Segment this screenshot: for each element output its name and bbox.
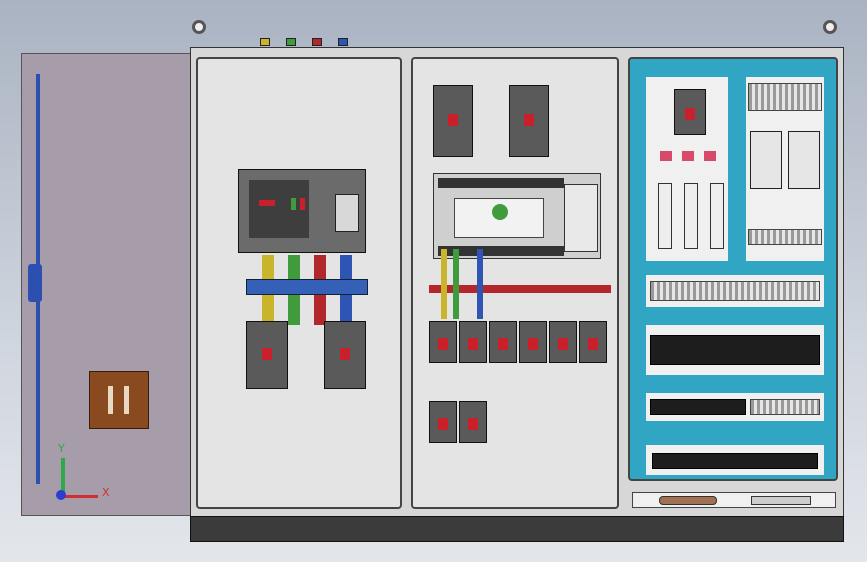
terminal-row-a	[650, 281, 820, 301]
terminal-row-top	[748, 83, 822, 111]
mcb-7[interactable]	[429, 401, 457, 443]
breaker-left[interactable]	[246, 321, 288, 389]
plc-controller[interactable]	[433, 173, 601, 259]
terminal-row-mid	[748, 229, 822, 245]
mcb-1[interactable]	[429, 321, 457, 363]
section-plc	[411, 57, 619, 509]
busbar-yellow-2	[441, 249, 447, 319]
mcb-8[interactable]	[459, 401, 487, 443]
cabinet-base	[190, 516, 844, 542]
axis-x-arrow	[62, 495, 98, 498]
breaker-top-right[interactable]	[509, 85, 549, 157]
axis-y-label: Y	[58, 442, 65, 455]
terminal-block-dark-1	[650, 399, 746, 415]
fuse-holder-2[interactable]	[684, 183, 698, 249]
indicator-lamp-2	[682, 151, 694, 161]
phase-tab-yellow	[260, 38, 270, 46]
axis-x-label: X	[102, 486, 110, 499]
indicator-lamp-1	[660, 151, 672, 161]
breaker-top-left[interactable]	[433, 85, 473, 157]
breaker-right[interactable]	[324, 321, 366, 389]
fuse-holder-1[interactable]	[658, 183, 672, 249]
mcb-6[interactable]	[579, 321, 607, 363]
plc-logo-icon	[492, 204, 508, 220]
phase-tab-blue	[338, 38, 348, 46]
terminal-block-dark-2	[652, 453, 818, 469]
phase-tab-green	[286, 38, 296, 46]
power-supply-1[interactable]	[750, 131, 782, 189]
mcb-3[interactable]	[489, 321, 517, 363]
phase-tab-red	[312, 38, 322, 46]
busbar-green-2	[453, 249, 459, 319]
door-handle[interactable]	[28, 264, 42, 302]
lifting-eye-right	[823, 20, 837, 34]
mcb-5[interactable]	[549, 321, 577, 363]
terminal-block-light-1	[750, 399, 820, 415]
cabinet-door[interactable]	[21, 53, 193, 516]
busbar-cross	[246, 279, 368, 295]
relay-row	[650, 335, 820, 365]
mcb-4[interactable]	[519, 321, 547, 363]
section-main-breaker	[196, 57, 402, 509]
connector-strip	[632, 492, 836, 508]
mcb-2[interactable]	[459, 321, 487, 363]
control-breaker[interactable]	[674, 89, 706, 135]
air-circuit-breaker[interactable]	[238, 169, 366, 253]
fuse-holder-3[interactable]	[710, 183, 724, 249]
power-supply-2[interactable]	[788, 131, 820, 189]
lifting-eye-left	[192, 20, 206, 34]
axis-origin	[56, 490, 66, 500]
section-control-rails	[628, 57, 838, 481]
document-pocket	[89, 371, 149, 429]
busbar-blue-2	[477, 249, 483, 319]
indicator-lamp-3	[704, 151, 716, 161]
